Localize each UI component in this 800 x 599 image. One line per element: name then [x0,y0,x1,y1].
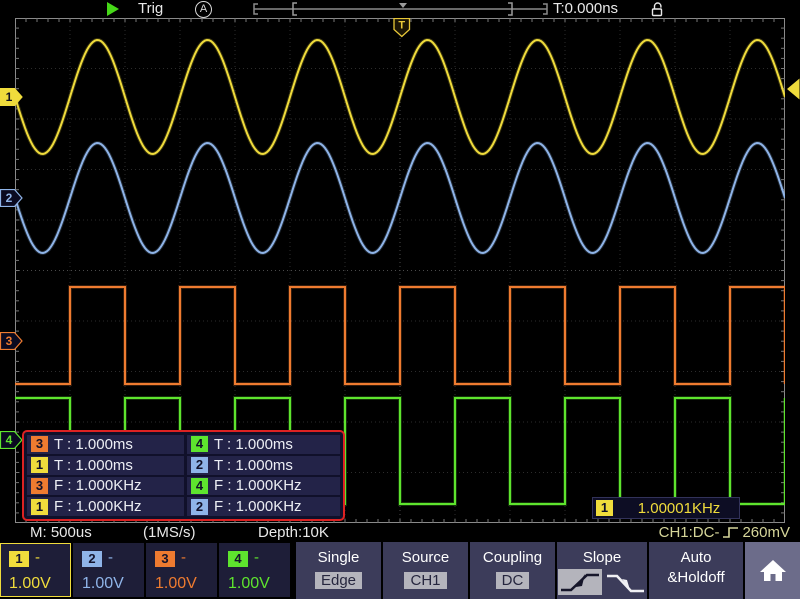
ch1-position-marker[interactable]: 1 [0,88,23,111]
ch1-badge: 1 [31,499,48,515]
ch2-position-marker[interactable]: 2 [0,189,23,212]
measurement-row: 3 F : 1.000KHz 4 F : 1.000KHz [27,477,340,496]
bottom-menu-bar: 1 - 1.00V 2 - 1.00V 3 - 1.00V 4 - 1.00V … [0,542,800,599]
bottom-status-bar: M: 500us (1MS/s) Depth:10K CH1:DC- 260mV [0,523,800,542]
trigger-settings-readout: CH1:DC- 260mV [659,524,790,541]
unlock-icon[interactable] [650,1,666,17]
ch4-badge: 4 [191,436,208,452]
oscilloscope-screen: Trig A T:0.000ns T 3 T : 1.000ms [0,0,800,599]
measure-ch4-frequency: 4 F : 1.000KHz [187,477,340,496]
frequency-counter: 1 1.00001KHz [592,497,740,519]
ch1-status-box[interactable]: 1 - 1.00V [0,543,71,597]
falling-slope-icon[interactable] [606,569,646,597]
ch2-status-box[interactable]: 2 - 1.00V [73,543,144,597]
measure-ch1-frequency: 1 F : 1.000KHz [27,497,184,516]
measure-ch4-period: 4 T : 1.000ms [187,435,340,454]
svg-text:3: 3 [6,334,13,348]
ch3-status-box[interactable]: 3 - 1.00V [146,543,217,597]
measurement-row: 1 T : 1.000ms 2 T : 1.000ms [27,456,340,475]
menu-auto-holdoff[interactable]: Auto &Holdoff [649,542,743,599]
record-depth-readout: Depth:10K [258,524,329,541]
ch1-badge: 1 [596,500,613,516]
timebase-readout: M: 500us [30,524,92,541]
home-icon [759,558,787,583]
horizontal-position-indicator[interactable] [250,0,550,18]
home-button[interactable] [745,542,800,599]
measure-ch3-period: 3 T : 1.000ms [27,435,184,454]
trigger-offset-readout: T:0.000ns [553,0,618,17]
trigger-source-value: CH1 [404,572,446,589]
ch4-badge: 4 [191,478,208,494]
ch4-status-box[interactable]: 4 - 1.00V [219,543,290,597]
svg-text:4: 4 [6,433,13,447]
ch2-badge: 2 [191,457,208,473]
measurement-row: 1 F : 1.000KHz 2 F : 1.000KHz [27,497,340,516]
trigger-level-marker[interactable] [786,78,800,105]
svg-text:T: T [398,20,405,32]
ch2-badge: 2 [191,499,208,515]
measure-ch3-frequency: 3 F : 1.000KHz [27,477,184,496]
trigger-coupling-value: DC [496,572,530,589]
ch3-position-marker[interactable]: 3 [0,332,23,355]
menu-trigger-coupling[interactable]: Coupling DC [470,542,555,599]
trigger-type-value: Edge [315,572,362,589]
measure-ch1-period: 1 T : 1.000ms [27,456,184,475]
menu-trigger-source[interactable]: Source CH1 [383,542,468,599]
menu-trigger-type[interactable]: Single Edge [296,542,381,599]
rising-slope-icon[interactable] [558,569,602,595]
ch4-position-marker[interactable]: 4 [0,431,23,454]
top-status-bar: Trig A T:0.000ns [0,0,800,18]
measure-ch2-period: 2 T : 1.000ms [187,456,340,475]
ch3-badge: 3 [31,436,48,452]
trigger-position-pointer-icon [399,3,407,8]
trig-status-label: Trig [138,0,163,17]
sample-rate-readout: (1MS/s) [143,524,196,541]
rising-edge-icon [722,525,739,540]
measurement-panel: 3 T : 1.000ms 4 T : 1.000ms 1 T : 1.000m… [22,430,345,521]
svg-text:1: 1 [6,90,13,104]
ch3-badge: 3 [31,478,48,494]
measure-ch2-frequency: 2 F : 1.000KHz [187,497,340,516]
svg-text:2: 2 [6,191,13,205]
run-state-play-icon[interactable] [107,2,119,16]
auto-trigger-mode-icon: A [195,1,212,18]
trigger-position-marker[interactable]: T [393,18,411,38]
ch1-badge: 1 [31,457,48,473]
measurement-row: 3 T : 1.000ms 4 T : 1.000ms [27,435,340,454]
frequency-counter-value: 1.00001KHz [619,500,739,517]
menu-trigger-slope[interactable]: Slope [557,542,647,599]
